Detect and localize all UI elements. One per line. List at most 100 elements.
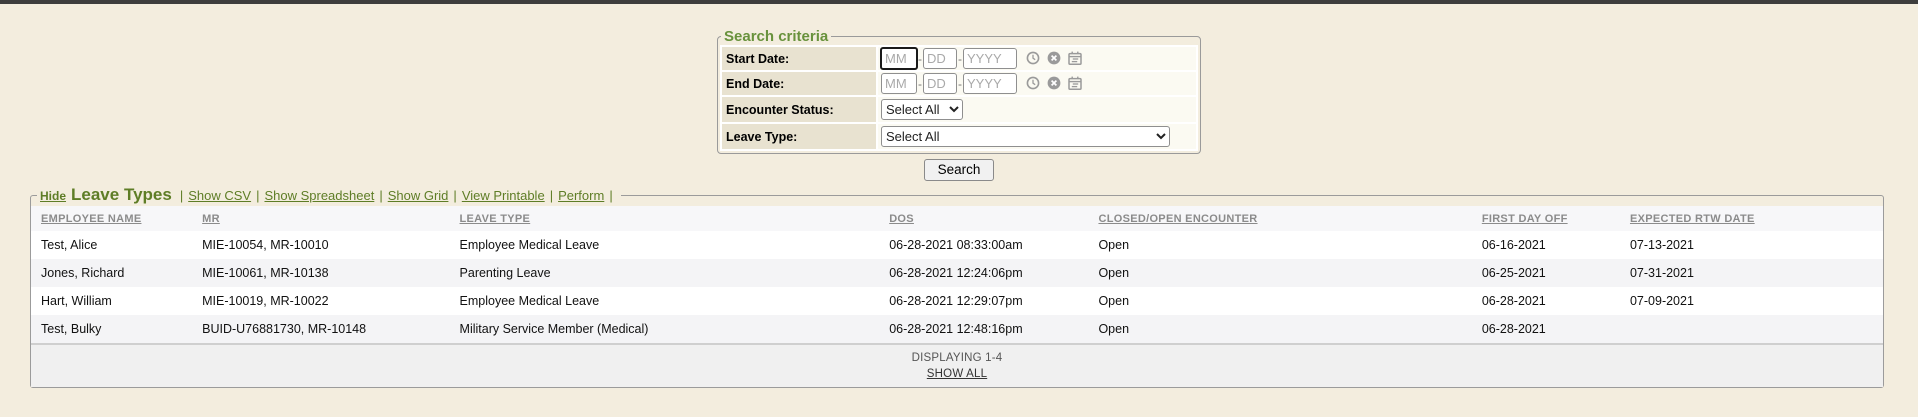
search-criteria-panel: Search criteria Start Date: -- End Date:… [717,28,1201,181]
date-dash: - [958,77,962,91]
clear-icon[interactable] [1047,51,1061,65]
cell-expected-rtw-date: 07-09-2021 [1620,287,1883,315]
date-dash: - [918,77,922,91]
action-link-show-csv[interactable]: Show CSV [188,188,251,203]
link-separator: | [256,188,259,203]
link-separator: | [180,188,183,203]
cell-first-day-off: 06-28-2021 [1472,287,1620,315]
calendar-icon[interactable] [1068,51,1082,65]
column-header-dos[interactable]: DOS [879,206,1088,231]
clock-icon[interactable] [1026,51,1040,65]
encounter-status-label: Encounter Status: [722,97,876,122]
column-header-leave-type[interactable]: LEAVE TYPE [450,206,880,231]
cell-first-day-off: 06-28-2021 [1472,315,1620,344]
encounter-status-row: Encounter Status: Select All [722,97,1196,122]
search-criteria-fieldset: Search criteria Start Date: -- End Date:… [717,28,1201,154]
encounter-status-select[interactable]: Select All [881,99,963,120]
action-link-show-grid[interactable]: Show Grid [388,188,449,203]
end-date-icons [1026,75,1089,93]
action-link-view-printable[interactable]: View Printable [462,188,545,203]
cell-mr: MIE-10061, MR-10138 [192,259,449,287]
cell-employee-name: Test, Alice [31,231,192,259]
cell-mr: MIE-10019, MR-10022 [192,287,449,315]
end-date-mm-input[interactable] [881,73,917,94]
column-header-expected-rtw-date[interactable]: EXPECTED RTW DATE [1620,206,1883,231]
cell-employee-name: Jones, Richard [31,259,192,287]
cell-expected-rtw-date: 07-13-2021 [1620,231,1883,259]
link-separator: | [550,188,553,203]
leave-table-body: Test, Alice MIE-10054, MR-10010 Employee… [31,231,1883,344]
end-date-field-group: -- [878,72,1196,95]
clear-icon[interactable] [1047,76,1061,90]
column-header-employee-name[interactable]: EMPLOYEE NAME [31,206,192,231]
table-row[interactable]: Test, Alice MIE-10054, MR-10010 Employee… [31,231,1883,259]
search-button[interactable]: Search [924,159,995,181]
calendar-icon[interactable] [1068,76,1082,90]
action-link-perform[interactable]: Perform [558,188,604,203]
start-date-icons [1026,50,1089,68]
cell-encounter-status: Open [1088,231,1471,259]
displaying-count: DISPLAYING 1-4 [41,352,1873,364]
leave-types-table: EMPLOYEE NAMEMRLEAVE TYPEDOSCLOSED/OPEN … [31,206,1883,387]
start-date-label: Start Date: [722,47,876,70]
pagination-cell: DISPLAYING 1-4 SHOW ALL [31,344,1883,387]
end-date-dd-input[interactable] [923,73,957,94]
column-header-mr[interactable]: MR [192,206,449,231]
cell-encounter-status: Open [1088,259,1471,287]
link-separator: | [379,188,382,203]
column-header-first-day-off[interactable]: FIRST DAY OFF [1472,206,1620,231]
hide-link[interactable]: Hide [40,189,66,203]
cell-leave-type: Employee Medical Leave [450,231,880,259]
start-date-field-group: -- [878,47,1196,70]
leave-types-header: Hide Leave Types | Show CSV | Show Spreadshee… [37,185,621,205]
cell-employee-name: Test, Bulky [31,315,192,344]
end-date-label: End Date: [722,72,876,95]
leave-type-field: Select All [878,124,1196,149]
cell-expected-rtw-date [1620,315,1883,344]
end-date-row: End Date: -- [722,72,1196,95]
table-row[interactable]: Test, Bulky BUID-U76881730, MR-10148 Mil… [31,315,1883,344]
table-row[interactable]: Jones, Richard MIE-10061, MR-10138 Paren… [31,259,1883,287]
cell-dos: 06-28-2021 12:48:16pm [879,315,1088,344]
leave-table-head: EMPLOYEE NAMEMRLEAVE TYPEDOSCLOSED/OPEN … [31,206,1883,231]
cell-encounter-status: Open [1088,315,1471,344]
leave-type-select[interactable]: Select All [881,126,1170,147]
cell-leave-type: Military Service Member (Medical) [450,315,880,344]
date-dash: - [918,52,922,66]
clock-icon[interactable] [1026,76,1040,90]
search-criteria-grid: Start Date: -- End Date: -- Encounter St… [720,45,1198,151]
search-button-row: Search [717,159,1201,181]
cell-expected-rtw-date: 07-31-2021 [1620,259,1883,287]
start-date-yyyy-input[interactable] [963,48,1017,69]
column-header-closed-open-encounter[interactable]: CLOSED/OPEN ENCOUNTER [1088,206,1471,231]
cell-dos: 06-28-2021 08:33:00am [879,231,1088,259]
start-date-mm-input[interactable] [880,47,918,70]
leave-table-footer-row: DISPLAYING 1-4 SHOW ALL [31,344,1883,387]
cell-leave-type: Parenting Leave [450,259,880,287]
leave-table-header-row: EMPLOYEE NAMEMRLEAVE TYPEDOSCLOSED/OPEN … [31,206,1883,231]
cell-first-day-off: 06-16-2021 [1472,231,1620,259]
leave-type-label: Leave Type: [722,124,876,149]
date-dash: - [958,52,962,66]
end-date-yyyy-input[interactable] [963,73,1017,94]
cell-mr: BUID-U76881730, MR-10148 [192,315,449,344]
cell-dos: 06-28-2021 12:24:06pm [879,259,1088,287]
leave-type-row: Leave Type: Select All [722,124,1196,149]
table-row[interactable]: Hart, William MIE-10019, MR-10022 Employ… [31,287,1883,315]
cell-dos: 06-28-2021 12:29:07pm [879,287,1088,315]
leave-types-title: Leave Types [71,185,172,204]
show-all-link[interactable]: SHOW ALL [927,368,987,380]
leave-types-links: | Show CSV | Show Spreadsheet | Show Grid | Vie… [175,187,618,204]
link-separator: | [453,188,456,203]
link-separator: | [609,188,612,203]
search-criteria-legend: Search criteria [721,28,831,45]
start-date-row: Start Date: -- [722,47,1196,70]
cell-encounter-status: Open [1088,287,1471,315]
leave-types-section: Hide Leave Types | Show CSV | Show Spreadshee… [30,185,1884,388]
leave-table-foot: DISPLAYING 1-4 SHOW ALL [31,344,1883,387]
cell-mr: MIE-10054, MR-10010 [192,231,449,259]
top-border-bar [0,0,1918,4]
encounter-status-field: Select All [878,97,1196,122]
start-date-dd-input[interactable] [923,48,957,69]
action-link-show-spreadsheet[interactable]: Show Spreadsheet [264,188,374,203]
